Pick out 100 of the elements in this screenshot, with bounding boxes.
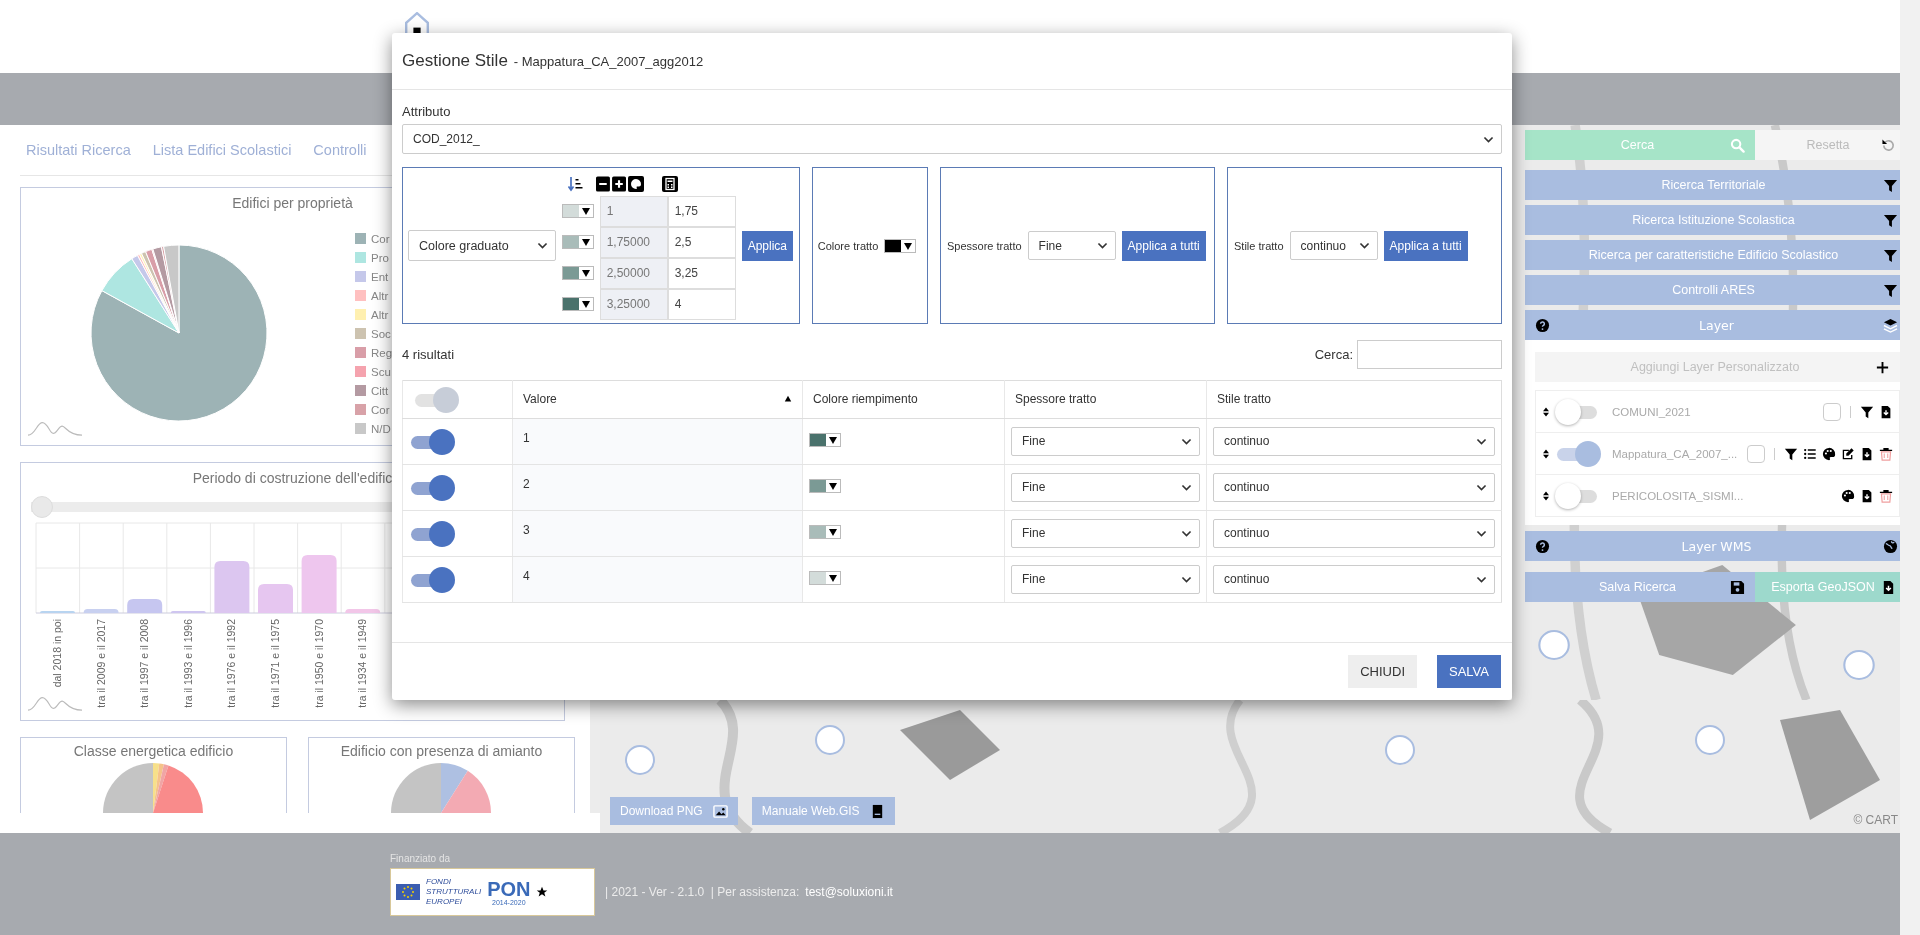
color-picker[interactable]	[809, 433, 841, 448]
color-picker[interactable]	[884, 238, 917, 253]
search-field[interactable]	[1357, 339, 1502, 369]
apply-button[interactable]: Applica	[741, 230, 793, 261]
caret-icon	[828, 527, 838, 538]
toggle-switch[interactable]	[409, 565, 455, 594]
toggle-switch[interactable]	[409, 519, 455, 548]
field-label: Stile tratto	[1234, 239, 1284, 252]
dialog-subtitle: - Mappatura_CA_2007_agg2012	[513, 53, 704, 69]
method-dropdown[interactable]: Colore graduato	[408, 230, 556, 261]
axis-label: tra il 1993 e il 1996	[181, 619, 194, 708]
save-button[interactable]: SALVA	[1437, 655, 1501, 688]
legend-label: N/D	[371, 422, 391, 435]
color-picker[interactable]	[809, 571, 841, 586]
legend-label: Altr	[371, 308, 389, 321]
chart-title: Edificio con presenza di amianto	[339, 742, 544, 761]
bar	[301, 555, 337, 613]
legend-label: Reg	[371, 346, 393, 359]
column-header[interactable]: Stile tratto	[1217, 392, 1272, 407]
flag-icon	[396, 884, 420, 900]
chart-logo-icon	[27, 419, 83, 437]
legend-label: Soc	[371, 327, 391, 340]
bar	[345, 609, 381, 613]
caret-icon	[580, 237, 591, 247]
image-icon	[712, 803, 728, 819]
map-attribution: © CART	[1853, 813, 1898, 827]
color-picker[interactable]	[561, 235, 594, 249]
stroke-style-dropdown[interactable]: continuo	[1213, 473, 1495, 502]
caret-icon	[580, 299, 591, 309]
toggle-switch[interactable]	[409, 427, 455, 456]
sort-ascending-icon[interactable]	[784, 395, 792, 404]
search-label: Cerca:	[1314, 346, 1353, 362]
stroke-style-dropdown[interactable]: continuo	[1213, 427, 1495, 456]
legend-label: Cor	[371, 232, 390, 245]
stroke-width-dropdown[interactable]: Fine	[1011, 519, 1200, 548]
legend-label: Pro	[371, 251, 389, 264]
stroke-width-dropdown[interactable]: Fine	[1011, 565, 1200, 594]
apply-all-button[interactable]: Applica a tutti	[1121, 230, 1206, 261]
legend-label: Ent	[371, 270, 389, 283]
table-cell: 1	[523, 431, 530, 445]
field-label: Attributo	[402, 104, 452, 119]
caret-icon	[828, 435, 838, 446]
stroke-width-dropdown[interactable]: Fine	[1011, 473, 1200, 502]
logo-text: STRUTTURALI	[426, 887, 482, 897]
color-picker[interactable]	[561, 204, 594, 218]
axis-label: tra il 1997 e il 2008	[138, 619, 151, 708]
column-header[interactable]: Colore riempimento	[813, 392, 918, 407]
table-cell: 2	[523, 477, 530, 491]
stroke-style-dropdown[interactable]: continuo	[1289, 231, 1378, 260]
results-count: 4 risultati	[402, 346, 456, 362]
table-cell: 3	[523, 523, 530, 537]
axis-label: tra il 1950 e il 1970	[312, 619, 325, 708]
input-field[interactable]: 2,5	[667, 226, 736, 258]
slider-thumb[interactable]	[31, 496, 53, 518]
axis-label: tra il 1934 e il 1949	[356, 619, 369, 708]
palette-icon[interactable]	[627, 175, 644, 192]
close-button[interactable]: CHIUDI	[1348, 655, 1417, 688]
calculator-icon[interactable]	[661, 175, 678, 192]
stroke-width-dropdown[interactable]: Fine	[1027, 231, 1116, 260]
stroke-width-dropdown[interactable]: Fine	[1011, 427, 1200, 456]
caret-icon	[828, 573, 838, 584]
legend-label: Cor	[371, 403, 390, 416]
bar	[83, 609, 119, 613]
caret-icon	[828, 481, 838, 492]
caret-icon	[580, 206, 591, 216]
axis-label: tra il 1971 e il 1975	[269, 619, 281, 708]
chart-title: Edifici per proprietà	[231, 194, 354, 213]
field-label: Colore tratto	[817, 239, 879, 252]
color-picker[interactable]	[809, 479, 841, 494]
toggle-switch[interactable]	[409, 473, 455, 502]
emblem-icon	[536, 886, 549, 898]
attribute-dropdown[interactable]: COD_2012_	[402, 124, 1502, 154]
column-header[interactable]: Spessore tratto	[1015, 392, 1097, 407]
input-field[interactable]: 4	[667, 288, 736, 320]
version-text: | 2021 - Ver - 2.1.0 | Per assistenza:	[605, 885, 800, 899]
input-field[interactable]: 3,25	[667, 257, 736, 289]
axis-label: tra il 2009 e il 2017	[94, 619, 107, 708]
sort-icon[interactable]	[567, 175, 584, 192]
input-field[interactable]: 3,25000	[599, 288, 668, 320]
column-header[interactable]: Valore	[523, 392, 557, 407]
color-picker[interactable]	[561, 266, 594, 280]
input-field[interactable]: 1,75000	[599, 226, 668, 258]
input-field[interactable]: 2,50000	[599, 257, 668, 289]
axis-label: dal 2018 in poi	[51, 619, 63, 688]
minus-plus-icon[interactable]	[595, 175, 626, 192]
chart-logo-icon	[27, 694, 83, 712]
color-picker[interactable]	[809, 525, 841, 540]
caret-icon	[903, 240, 914, 251]
apply-all-button[interactable]: Applica a tutti	[1383, 230, 1468, 261]
stroke-style-dropdown[interactable]: continuo	[1213, 519, 1495, 548]
field-label: Spessore tratto	[947, 239, 1022, 252]
caret-icon	[580, 268, 591, 278]
input-field[interactable]: 1	[599, 195, 668, 227]
color-picker[interactable]	[561, 297, 594, 311]
legend-label: Scu	[371, 365, 391, 378]
input-field[interactable]: 1,75	[667, 195, 736, 227]
bar	[214, 561, 250, 613]
stroke-style-dropdown[interactable]: continuo	[1213, 565, 1495, 594]
chart-title: Classe energetica edificio	[72, 742, 235, 761]
chart-title: Periodo di costruzione dell'edific	[192, 469, 393, 488]
